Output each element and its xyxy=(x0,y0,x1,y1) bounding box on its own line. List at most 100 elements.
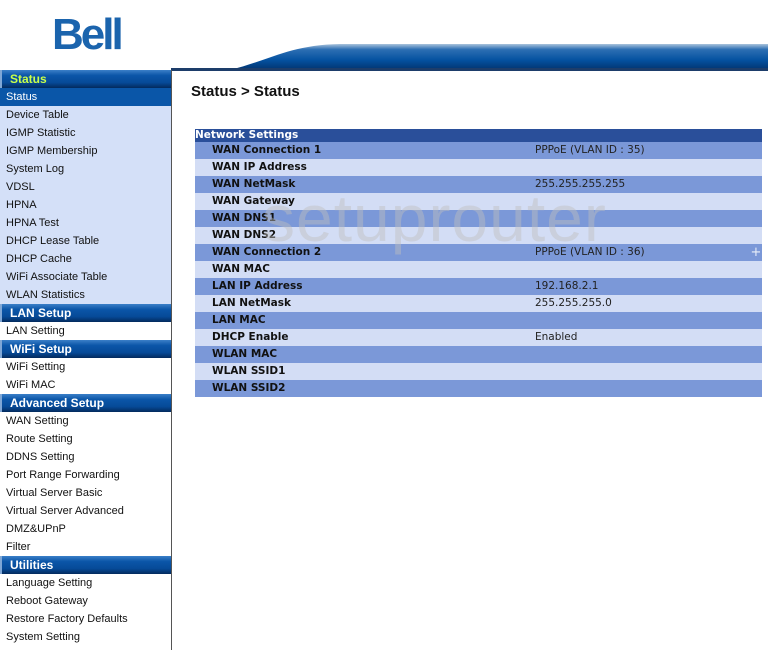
sidebar-item-ddns-setting[interactable]: DDNS Setting xyxy=(0,448,171,466)
sidebar-item-dhcp-cache[interactable]: DHCP Cache xyxy=(0,250,171,268)
sidebar-group: WiFi Setting WiFi MAC xyxy=(0,358,171,394)
table-row: WLAN SSID2 xyxy=(195,380,762,397)
row-label: DHCP Enable xyxy=(212,331,289,343)
sidebar-nav: Status Status Device Table IGMP Statistic IG… xyxy=(0,70,171,656)
sidebar-item-system-setting[interactable]: System Setting xyxy=(0,628,171,646)
network-settings-header: Network Settings xyxy=(195,129,762,142)
row-label: WAN NetMask xyxy=(212,178,296,190)
table-row: WAN Gateway xyxy=(195,193,762,210)
row-spacer xyxy=(750,380,762,397)
table-row: WAN MAC xyxy=(195,261,762,278)
sidebar-item-virtual-server-advanced[interactable]: Virtual Server Advanced xyxy=(0,502,171,520)
table-row: WLAN SSID1 xyxy=(195,363,762,380)
sidebar-item-wifi-setting[interactable]: WiFi Setting xyxy=(0,358,171,376)
row-spacer xyxy=(750,193,762,210)
row-spacer xyxy=(750,346,762,363)
sidebar-group: Status Device Table IGMP Statistic IGMP Mem… xyxy=(0,88,171,304)
table-row: LAN MAC xyxy=(195,312,762,329)
sidebar-item-wlan-statistics[interactable]: WLAN Statistics xyxy=(0,286,171,304)
row-spacer xyxy=(750,295,762,312)
page-title: Status > Status xyxy=(191,83,300,100)
row-label: WLAN SSID2 xyxy=(212,382,286,394)
sidebar-item-wifi-mac[interactable]: WiFi MAC xyxy=(0,376,171,394)
table-row: DHCP Enable Enabled xyxy=(195,329,762,346)
row-value xyxy=(535,210,750,227)
table-row: WAN IP Address xyxy=(195,159,762,176)
row-value: Enabled xyxy=(535,331,578,343)
row-spacer xyxy=(750,261,762,278)
row-spacer xyxy=(750,278,762,295)
sidebar-item-system-log[interactable]: System Log xyxy=(0,160,171,178)
sidebar-item-device-table[interactable]: Device Table xyxy=(0,106,171,124)
sidebar-item-vdsl[interactable]: VDSL xyxy=(0,178,171,196)
row-spacer xyxy=(750,210,762,227)
sidebar-section-status[interactable]: Status xyxy=(0,70,171,88)
sidebar-item-igmp-statistic[interactable]: IGMP Statistic xyxy=(0,124,171,142)
bell-logo: Bell xyxy=(52,10,124,59)
sidebar-item-language-setting[interactable]: Language Setting xyxy=(0,574,171,592)
table-row: WLAN MAC xyxy=(195,346,762,363)
sidebar-item-lan-setting[interactable]: LAN Setting xyxy=(0,322,171,340)
sidebar-item-dhcp-lease-table[interactable]: DHCP Lease Table xyxy=(0,232,171,250)
sidebar-section-advanced-setup[interactable]: Advanced Setup xyxy=(0,394,171,412)
row-value xyxy=(535,380,750,397)
row-value xyxy=(535,363,750,380)
row-value xyxy=(535,346,750,363)
sidebar-item-port-range-forwarding[interactable]: Port Range Forwarding xyxy=(0,466,171,484)
row-value xyxy=(535,193,750,210)
sidebar-item-wifi-associate-table[interactable]: WiFi Associate Table xyxy=(0,268,171,286)
sidebar-item-status[interactable]: Status xyxy=(0,88,171,106)
row-label: WAN IP Address xyxy=(212,161,307,173)
network-settings-table: Network Settings WAN Connection 1 PPPoE (… xyxy=(195,129,762,397)
table-row: WAN Connection 2 PPPoE (VLAN ID : 36) + xyxy=(195,244,762,261)
row-spacer xyxy=(750,159,762,176)
table-row: WAN NetMask 255.255.255.255 xyxy=(195,176,762,193)
sidebar-divider xyxy=(171,70,172,650)
sidebar-item-restore-factory-defaults[interactable]: Restore Factory Defaults xyxy=(0,610,171,628)
sidebar-item-virtual-server-basic[interactable]: Virtual Server Basic xyxy=(0,484,171,502)
sidebar-item-filter[interactable]: Filter xyxy=(0,538,171,556)
row-label: WLAN MAC xyxy=(212,348,278,360)
sidebar-group: LAN Setting xyxy=(0,322,171,340)
row-spacer xyxy=(750,312,762,329)
sidebar-section-wifi-setup[interactable]: WiFi Setup xyxy=(0,340,171,358)
row-value xyxy=(535,159,750,176)
sidebar-section-utilities[interactable]: Utilities xyxy=(0,556,171,574)
sidebar-item-dmz-upnp[interactable]: DMZ&UPnP xyxy=(0,520,171,538)
row-label: WAN DNS2 xyxy=(212,229,277,241)
sidebar-item-reboot-gateway[interactable]: Reboot Gateway xyxy=(0,592,171,610)
row-value: PPPoE (VLAN ID : 36) xyxy=(535,246,645,258)
row-label: WLAN SSID1 xyxy=(212,365,286,377)
row-label: LAN IP Address xyxy=(212,280,303,292)
sidebar-group: Language Setting Reboot Gateway Restore Fa… xyxy=(0,574,171,646)
row-label: WAN DNS1 xyxy=(212,212,277,224)
row-value xyxy=(535,261,750,278)
row-spacer xyxy=(750,329,762,346)
table-row: WAN DNS2 xyxy=(195,227,762,244)
row-label: WAN Gateway xyxy=(212,195,295,207)
sidebar-item-wan-setting[interactable]: WAN Setting xyxy=(0,412,171,430)
table-row: LAN NetMask 255.255.255.0 xyxy=(195,295,762,312)
row-label: WAN Connection 2 xyxy=(212,246,322,258)
row-value: PPPoE (VLAN ID : 35) xyxy=(535,144,645,156)
sidebar-item-hpna-test[interactable]: HPNA Test xyxy=(0,214,171,232)
sidebar-section-lan-setup[interactable]: LAN Setup xyxy=(0,304,171,322)
row-value xyxy=(535,227,750,244)
row-value xyxy=(535,312,750,329)
row-spacer xyxy=(750,227,762,244)
row-label: LAN NetMask xyxy=(212,297,291,309)
header: Bell xyxy=(0,0,768,71)
row-spacer xyxy=(750,142,762,159)
row-spacer xyxy=(750,363,762,380)
row-value: 192.168.2.1 xyxy=(535,280,599,292)
expand-plus-icon[interactable]: + xyxy=(750,244,762,261)
sidebar-item-hpna[interactable]: HPNA xyxy=(0,196,171,214)
table-row: WAN DNS1 xyxy=(195,210,762,227)
row-label: WAN MAC xyxy=(212,263,270,275)
row-label: LAN MAC xyxy=(212,314,266,326)
row-value: 255.255.255.0 xyxy=(535,297,612,309)
sidebar-group: WAN Setting Route Setting DDNS Setting Port… xyxy=(0,412,171,556)
row-label: WAN Connection 1 xyxy=(212,144,322,156)
sidebar-item-route-setting[interactable]: Route Setting xyxy=(0,430,171,448)
sidebar-item-igmp-membership[interactable]: IGMP Membership xyxy=(0,142,171,160)
